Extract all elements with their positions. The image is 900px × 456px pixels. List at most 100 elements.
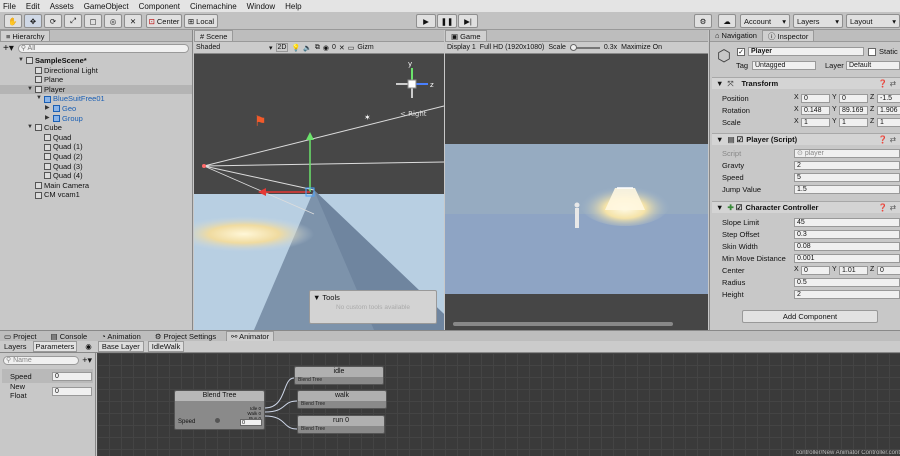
slope-input[interactable]: 45 — [794, 218, 900, 227]
chevron-down-icon[interactable]: ▼ — [27, 85, 35, 95]
component-menu-icon[interactable]: ❓ ⇄ — [878, 203, 896, 212]
eye-icon[interactable]: ◉ — [85, 342, 92, 351]
breadcrumb-idlewalk[interactable]: IdleWalk — [147, 341, 185, 352]
axis-y-label[interactable]: Y — [832, 94, 837, 101]
pivot-local-button[interactable]: ⊞ Local — [184, 14, 218, 28]
scale-slider[interactable] — [569, 43, 600, 51]
component-menu-icon[interactable]: ❓ ⇄ — [878, 79, 896, 88]
object-name-input[interactable]: Player — [748, 47, 864, 56]
move-tool-icon[interactable]: ✥ — [24, 14, 42, 28]
hierarchy-item[interactable]: Main Camera — [0, 181, 192, 191]
axis-z-label[interactable]: Z — [870, 118, 874, 125]
skin-input[interactable]: 0.08 — [794, 242, 900, 251]
menu-cinemachine[interactable]: Cinemachine — [190, 2, 237, 11]
tab-game[interactable]: ▣ Game — [445, 30, 487, 41]
menu-edit[interactable]: Edit — [26, 2, 40, 11]
animator-graph[interactable]: Blend Tree Idle 0Walk 0Run 0 Speed 0 idl… — [97, 353, 900, 456]
gravity-input[interactable]: 2 — [794, 161, 900, 170]
parameter-search-input[interactable]: ⚲ Name — [3, 356, 80, 365]
enabled-checkbox[interactable]: ☑ — [737, 135, 744, 144]
hierarchy-item[interactable]: Quad (2) — [0, 152, 192, 162]
tab-navigation[interactable]: ⌂ Navigation — [710, 30, 762, 41]
blend-param-input[interactable]: 0 — [240, 419, 262, 426]
hierarchy-item[interactable]: ▼ BlueSuitFree01 — [0, 94, 192, 104]
collab-icon[interactable]: ⚙ — [694, 14, 712, 28]
tab-hierarchy[interactable]: ≡ Hierarchy — [0, 30, 51, 41]
hierarchy-item[interactable]: Directional Light — [0, 66, 192, 76]
active-checkbox[interactable]: ✓ — [737, 48, 745, 56]
camera-icon[interactable]: ▭ — [348, 44, 355, 52]
tab-scene[interactable]: # Scene — [194, 30, 234, 41]
position-x-input[interactable]: 0 — [801, 94, 830, 103]
menu-window[interactable]: Window — [247, 2, 275, 11]
menu-help[interactable]: Help — [285, 2, 301, 11]
position-y-input[interactable]: 0 — [839, 94, 868, 103]
parameter-value-input[interactable]: 0 — [52, 386, 92, 396]
hierarchy-item[interactable]: Quad — [0, 133, 192, 143]
speed-input[interactable]: 5 — [794, 173, 900, 182]
hierarchy-item[interactable]: Quad (4) — [0, 171, 192, 181]
hand-tool-icon[interactable]: ✋ — [4, 14, 22, 28]
tab-inspector[interactable]: ⓘ Inspector — [761, 30, 815, 41]
step-input[interactable]: 0.3 — [794, 230, 900, 239]
axis-x-label[interactable]: X — [794, 94, 799, 101]
chevron-down-icon[interactable]: ▼ — [36, 94, 44, 104]
menu-file[interactable]: File — [3, 2, 16, 11]
breadcrumb-base-layer[interactable]: Base Layer — [97, 341, 144, 352]
scale-y-input[interactable]: 1 — [839, 118, 868, 127]
axis-x-label[interactable]: X — [794, 266, 799, 273]
rotation-z-input[interactable]: 1.906 — [877, 106, 900, 115]
layout-dropdown[interactable]: Layout ▾ — [846, 14, 900, 28]
game-viewport[interactable] — [445, 54, 708, 294]
pivot-center-button[interactable]: ⊡ Center — [146, 14, 182, 28]
enabled-checkbox[interactable]: ☑ — [736, 203, 743, 212]
axis-y-label[interactable]: Y — [832, 118, 837, 125]
height-input[interactable]: 2 — [794, 290, 900, 299]
hierarchy-item[interactable]: ▼ Cube — [0, 123, 192, 133]
resolution-dropdown[interactable]: Full HD (1920x1080) — [480, 44, 545, 51]
center-x-input[interactable]: 0 — [801, 266, 830, 275]
position-z-input[interactable]: -1.5 — [877, 94, 900, 103]
chevron-down-icon[interactable]: ▼ — [18, 56, 26, 66]
audio-icon[interactable]: 🔈 — [303, 44, 312, 52]
hierarchy-item[interactable]: ▼ Player — [0, 84, 192, 95]
effects-icon[interactable]: ⧉ — [315, 44, 320, 52]
hierarchy-item[interactable]: Quad (1) — [0, 142, 192, 152]
add-component-button[interactable]: Add Component — [742, 310, 878, 323]
scale-tool-icon[interactable]: ⤢ — [64, 14, 82, 28]
add-parameter-icon[interactable]: +▾ — [82, 355, 92, 366]
hierarchy-item[interactable]: Plane — [0, 75, 192, 85]
axis-z-label[interactable]: Z — [870, 94, 874, 101]
hierarchy-item[interactable]: CM vcam1 — [0, 190, 192, 200]
game-scrollbar[interactable] — [453, 322, 673, 326]
rotation-y-input[interactable]: 89.169 — [839, 106, 868, 115]
chevron-right-icon[interactable]: ▶ — [45, 104, 53, 114]
tab-project-settings[interactable]: ⚙ Project Settings — [155, 332, 216, 341]
transform-header[interactable]: ▼ ⤧ Transform ❓ ⇄ — [712, 77, 900, 89]
play-button[interactable]: ▶ — [416, 14, 436, 28]
hierarchy-item[interactable]: ▶ Group — [0, 114, 192, 124]
scale-x-input[interactable]: 1 — [801, 118, 830, 127]
visibility-icon[interactable]: ◉ — [323, 44, 329, 52]
shading-dropdown[interactable]: Shaded — [196, 44, 266, 51]
axis-x-label[interactable]: X — [794, 118, 799, 125]
axis-x-label[interactable]: X — [794, 106, 799, 113]
center-y-input[interactable]: 1.01 — [839, 266, 868, 275]
hierarchy-item[interactable]: ▼ SampleScene* — [0, 56, 192, 66]
player-script-header[interactable]: ▼ ▤ ☑ Player (Script) ❓ ⇄ — [712, 133, 900, 145]
menu-component[interactable]: Component — [139, 2, 180, 11]
menu-assets[interactable]: Assets — [50, 2, 74, 11]
tab-animator[interactable]: ⚯ Animator — [226, 330, 275, 342]
radius-input[interactable]: 0.5 — [794, 278, 900, 287]
motion-node-run[interactable]: run 0 Blend Tree — [297, 415, 385, 434]
parameter-row[interactable]: New Float 0 — [2, 382, 93, 400]
transform-tool-icon[interactable]: ◎ — [104, 14, 122, 28]
static-checkbox[interactable] — [868, 48, 876, 56]
chevron-down-icon[interactable]: ▼ — [27, 123, 35, 133]
chevron-right-icon[interactable]: ▶ — [45, 114, 53, 124]
minmove-input[interactable]: 0.001 — [794, 254, 900, 263]
scale-z-input[interactable]: 1 — [877, 118, 900, 127]
tab-project[interactable]: ▭ Project — [4, 332, 37, 341]
motion-node-walk[interactable]: walk Blend Tree — [297, 390, 387, 409]
layer-dropdown[interactable]: Default — [846, 61, 900, 70]
